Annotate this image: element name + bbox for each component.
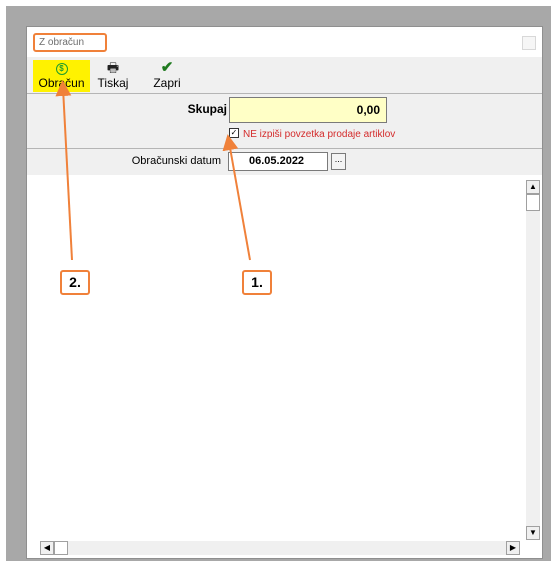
annotation-badge-1: 1. — [242, 270, 272, 295]
annotation-badge-2: 2. — [60, 270, 90, 295]
arrow-to-obracun — [55, 80, 73, 261]
arrow-to-checkbox — [222, 134, 251, 261]
